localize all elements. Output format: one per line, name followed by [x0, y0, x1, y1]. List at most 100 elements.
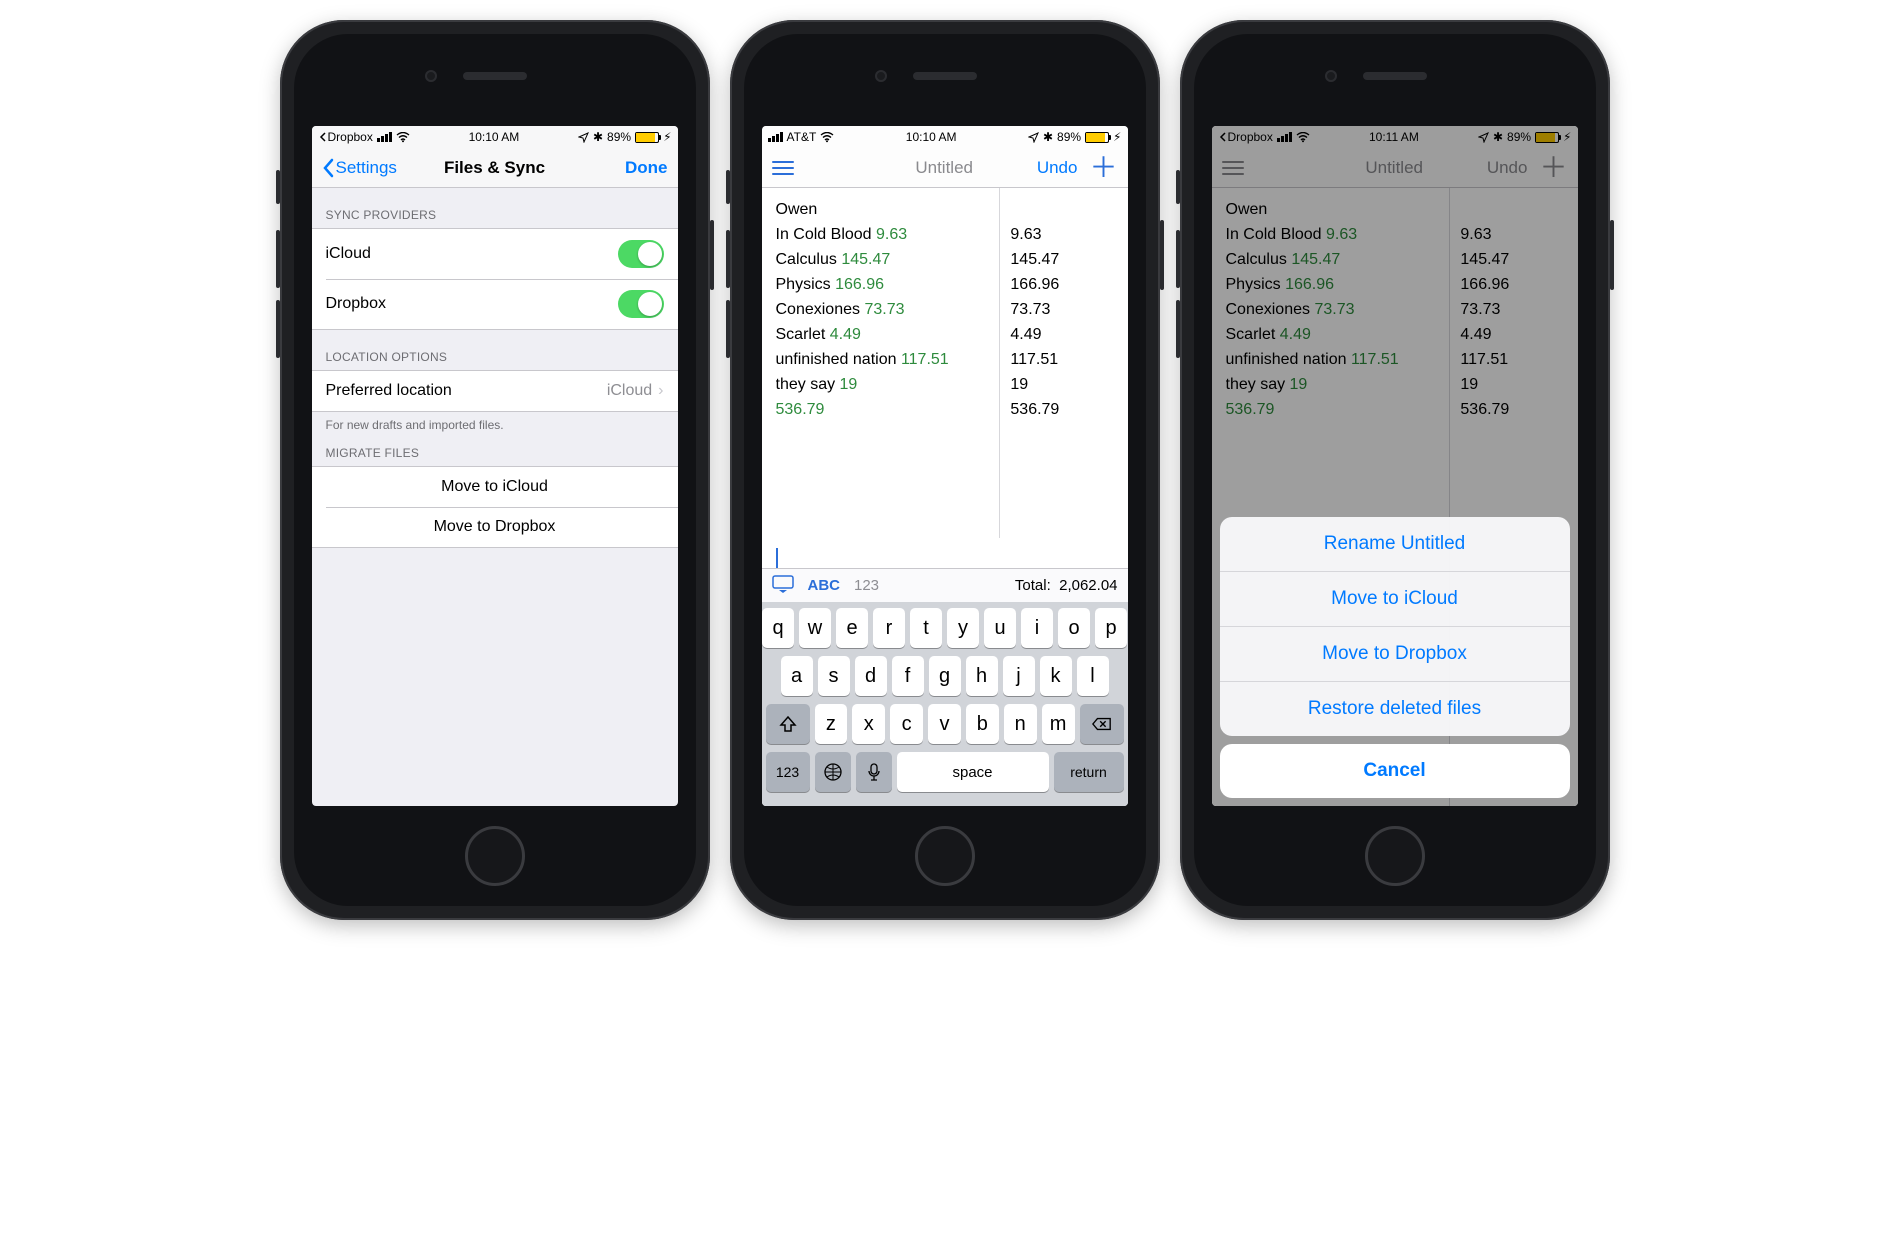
sheet-action[interactable]: Move to Dropbox — [1220, 626, 1570, 681]
sheet-action[interactable]: Move to iCloud — [1220, 571, 1570, 626]
battery-pct: 89% — [1057, 130, 1081, 144]
wifi-icon — [820, 132, 834, 143]
key-j[interactable]: j — [1003, 656, 1035, 696]
result-value: 166.96 — [1010, 276, 1117, 294]
doc-line: they say 19 — [776, 376, 990, 394]
location-icon — [578, 132, 589, 143]
shift-key[interactable] — [766, 704, 810, 744]
document-editor[interactable]: Owen In Cold Blood 9.63 Calculus 145.47 Ph… — [762, 188, 1128, 538]
key-t[interactable]: t — [910, 608, 942, 648]
doc-title[interactable]: Untitled — [915, 158, 973, 178]
location-icon — [1028, 132, 1039, 143]
123-tab[interactable]: 123 — [854, 577, 879, 594]
nav-title: Files & Sync — [444, 158, 545, 178]
home-button[interactable] — [465, 826, 525, 886]
section-header-sync: SYNC PROVIDERS — [312, 188, 678, 228]
back-button[interactable]: Settings — [322, 158, 402, 178]
status-time: 10:10 AM — [469, 130, 520, 144]
icloud-toggle[interactable] — [618, 240, 664, 268]
doc-line: Physics 166.96 — [776, 276, 990, 294]
key-l[interactable]: l — [1077, 656, 1109, 696]
space-key[interactable]: space — [897, 752, 1049, 792]
key-a[interactable]: a — [781, 656, 813, 696]
section-header-migrate: MIGRATE FILES — [312, 436, 678, 466]
doc-line: Calculus 145.47 — [776, 251, 990, 269]
key-g[interactable]: g — [929, 656, 961, 696]
doc-line: Scarlet 4.49 — [776, 326, 990, 344]
key-z[interactable]: z — [815, 704, 848, 744]
key-s[interactable]: s — [818, 656, 850, 696]
result-value: 145.47 — [1010, 251, 1117, 269]
key-w[interactable]: w — [799, 608, 831, 648]
home-button[interactable] — [1365, 826, 1425, 886]
key-i[interactable]: i — [1021, 608, 1053, 648]
carrier-label: AT&T — [787, 130, 817, 144]
sheet-action[interactable]: Restore deleted files — [1220, 681, 1570, 736]
status-bar: Dropbox 10:10 AM ✱ 89% ⚡︎ — [312, 126, 678, 148]
result-value: 117.51 — [1010, 351, 1117, 369]
key-r[interactable]: r — [873, 608, 905, 648]
keyboard: qwertyuiop asdfghjkl zxcvbnm 123 space r… — [762, 602, 1128, 806]
new-doc-button[interactable]: ＋ — [1089, 158, 1117, 178]
signal-icon — [768, 132, 783, 142]
documents-button[interactable] — [772, 161, 794, 175]
abc-tab[interactable]: ABC — [808, 577, 841, 594]
status-time: 10:10 AM — [906, 130, 957, 144]
result-value: 536.79 — [1010, 401, 1117, 419]
text-cursor — [776, 548, 778, 568]
phone-frame: Dropbox 10:10 AM ✱ 89% ⚡︎ Settings — [280, 20, 710, 920]
preferred-location-cell[interactable]: Preferred location iCloud › — [312, 371, 678, 411]
globe-key[interactable] — [815, 752, 851, 792]
key-e[interactable]: e — [836, 608, 868, 648]
return-key[interactable]: return — [1054, 752, 1124, 792]
wifi-icon — [396, 132, 410, 143]
doc-line: 536.79 — [776, 401, 990, 419]
provider-icloud-cell: iCloud — [312, 229, 678, 279]
key-u[interactable]: u — [984, 608, 1016, 648]
key-m[interactable]: m — [1042, 704, 1075, 744]
battery-icon — [635, 132, 659, 143]
key-o[interactable]: o — [1058, 608, 1090, 648]
backspace-key[interactable] — [1080, 704, 1124, 744]
key-v[interactable]: v — [928, 704, 961, 744]
keyboard-dismiss-icon[interactable] — [772, 575, 794, 597]
key-k[interactable]: k — [1040, 656, 1072, 696]
dictation-key[interactable] — [856, 752, 892, 792]
chevron-right-icon: › — [658, 382, 663, 400]
result-value: 19 — [1010, 376, 1117, 394]
pref-loc-label: Preferred location — [326, 382, 452, 400]
move-to-dropbox-button[interactable]: Move to Dropbox — [312, 507, 678, 547]
key-x[interactable]: x — [852, 704, 885, 744]
key-d[interactable]: d — [855, 656, 887, 696]
undo-button[interactable]: Undo — [1037, 158, 1078, 178]
phone-frame: Dropbox 10:11 AM ✱ 89% ⚡︎ Unt — [1180, 20, 1610, 920]
doc-line: Conexiones 73.73 — [776, 301, 990, 319]
home-button[interactable] — [915, 826, 975, 886]
doc-line: In Cold Blood 9.63 — [776, 226, 990, 244]
total-value: 2,062.04 — [1059, 577, 1117, 594]
bluetooth-icon: ✱ — [1043, 130, 1053, 144]
key-n[interactable]: n — [1004, 704, 1037, 744]
key-q[interactable]: q — [762, 608, 794, 648]
cancel-button[interactable]: Cancel — [1220, 744, 1570, 798]
key-p[interactable]: p — [1095, 608, 1127, 648]
bluetooth-icon: ✱ — [593, 130, 603, 144]
dropbox-toggle[interactable] — [618, 290, 664, 318]
result-value: 9.63 — [1010, 226, 1117, 244]
sheet-action[interactable]: Rename Untitled — [1220, 517, 1570, 571]
nav-bar: Untitled Undo ＋ — [762, 148, 1128, 188]
key-h[interactable]: h — [966, 656, 998, 696]
key-f[interactable]: f — [892, 656, 924, 696]
key-c[interactable]: c — [890, 704, 923, 744]
doc-line: Owen — [776, 201, 990, 219]
phone-frame: AT&T 10:10 AM ✱ 89% ⚡︎ Untitled — [730, 20, 1160, 920]
key-b[interactable]: b — [966, 704, 999, 744]
key-y[interactable]: y — [947, 608, 979, 648]
back-to-app[interactable]: Dropbox — [318, 130, 373, 144]
provider-label: Dropbox — [326, 295, 386, 313]
section-header-location: LOCATION OPTIONS — [312, 330, 678, 370]
numbers-key[interactable]: 123 — [766, 752, 810, 792]
result-value — [1010, 201, 1117, 219]
move-to-icloud-button[interactable]: Move to iCloud — [312, 467, 678, 507]
done-button[interactable]: Done — [587, 158, 667, 178]
